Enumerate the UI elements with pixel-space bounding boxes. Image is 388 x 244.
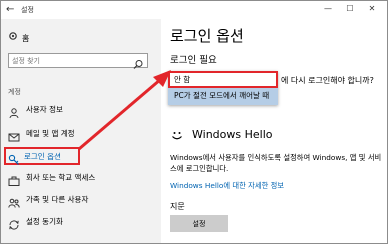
sidebar-item-label: 설정 동기화 bbox=[26, 217, 63, 226]
search-input[interactable] bbox=[12, 55, 130, 66]
sidebar-item-sync[interactable]: 설정 동기화 bbox=[6, 213, 156, 231]
sidebar-item-label: 가족 및 다른 사용자 bbox=[26, 195, 89, 204]
person-card-icon bbox=[8, 104, 20, 119]
setup-button[interactable]: 설정 bbox=[170, 215, 228, 232]
require-sign-in-question: 에 다시 로그인해야 합니까? bbox=[281, 76, 374, 85]
main-content: 로그인 옵션 로그인 필요 에 다시 로그인해야 합니까? Windows He… bbox=[161, 19, 387, 243]
sidebar-item-sign-in-options[interactable]: 로그인 옵션 bbox=[4, 147, 80, 165]
sign-in-dropdown[interactable]: 안 함 PC가 절전 모드에서 깨어날 때 bbox=[168, 71, 278, 105]
sidebar-item-label: 사용자 정보 bbox=[26, 105, 63, 114]
minimize-button[interactable]: — bbox=[321, 4, 335, 14]
sidebar-item-work-school[interactable]: 회사 또는 학교 액세스 bbox=[6, 169, 156, 187]
group-label: 계정 bbox=[8, 88, 21, 96]
section-title: 로그인 필요 bbox=[170, 55, 217, 66]
window-title: 설정 bbox=[21, 6, 34, 14]
smiley-icon bbox=[170, 127, 184, 141]
home-label: 홈 bbox=[22, 34, 30, 43]
sidebar-item-email-accounts[interactable]: 메일 및 앱 계정 bbox=[6, 125, 156, 143]
people-icon bbox=[8, 194, 20, 208]
sidebar-item-your-info[interactable]: 사용자 정보 bbox=[6, 101, 156, 119]
maximize-button[interactable]: ☐ bbox=[343, 4, 357, 14]
sync-icon bbox=[8, 216, 20, 230]
title-bar: ← 설정 — ☐ ✕ bbox=[1, 1, 387, 19]
gear-icon bbox=[8, 31, 22, 45]
key-icon bbox=[8, 151, 20, 165]
windows-hello-link[interactable]: Windows Hello에 대한 자세한 정보 bbox=[170, 181, 284, 191]
sidebar-item-label: 로그인 옵션 bbox=[24, 152, 61, 161]
sidebar-item-label: 회사 또는 학교 액세스 bbox=[26, 173, 96, 182]
back-arrow-icon[interactable]: ← bbox=[6, 4, 14, 16]
sidebar: 홈 계정 사용자 정보 메일 및 앱 계정 로그인 옵션 bbox=[1, 19, 161, 243]
dropdown-option-wake[interactable]: PC가 절전 모드에서 깨어날 때 bbox=[168, 88, 278, 105]
briefcase-icon bbox=[8, 172, 20, 186]
sidebar-item-label: 메일 및 앱 계정 bbox=[26, 129, 75, 138]
search-box[interactable] bbox=[8, 53, 148, 69]
mail-icon bbox=[8, 128, 20, 142]
close-button[interactable]: ✕ bbox=[365, 4, 379, 14]
windows-hello-description: Windows에서 사용자를 인식하도록 설정하여 Windows, 앱 및 서… bbox=[170, 153, 382, 173]
search-icon[interactable] bbox=[132, 55, 144, 69]
page-title: 로그인 옵션 bbox=[170, 27, 244, 45]
sidebar-item-family[interactable]: 가족 및 다른 사용자 bbox=[6, 191, 156, 209]
home-link[interactable]: 홈 bbox=[8, 31, 29, 45]
windows-hello-title: Windows Hello bbox=[192, 128, 273, 141]
fingerprint-label: 지문 bbox=[170, 202, 185, 211]
settings-window: ← 설정 — ☐ ✕ 홈 계정 사용자 정보 메 bbox=[0, 0, 388, 244]
dropdown-option-never[interactable]: 안 함 bbox=[168, 71, 278, 88]
